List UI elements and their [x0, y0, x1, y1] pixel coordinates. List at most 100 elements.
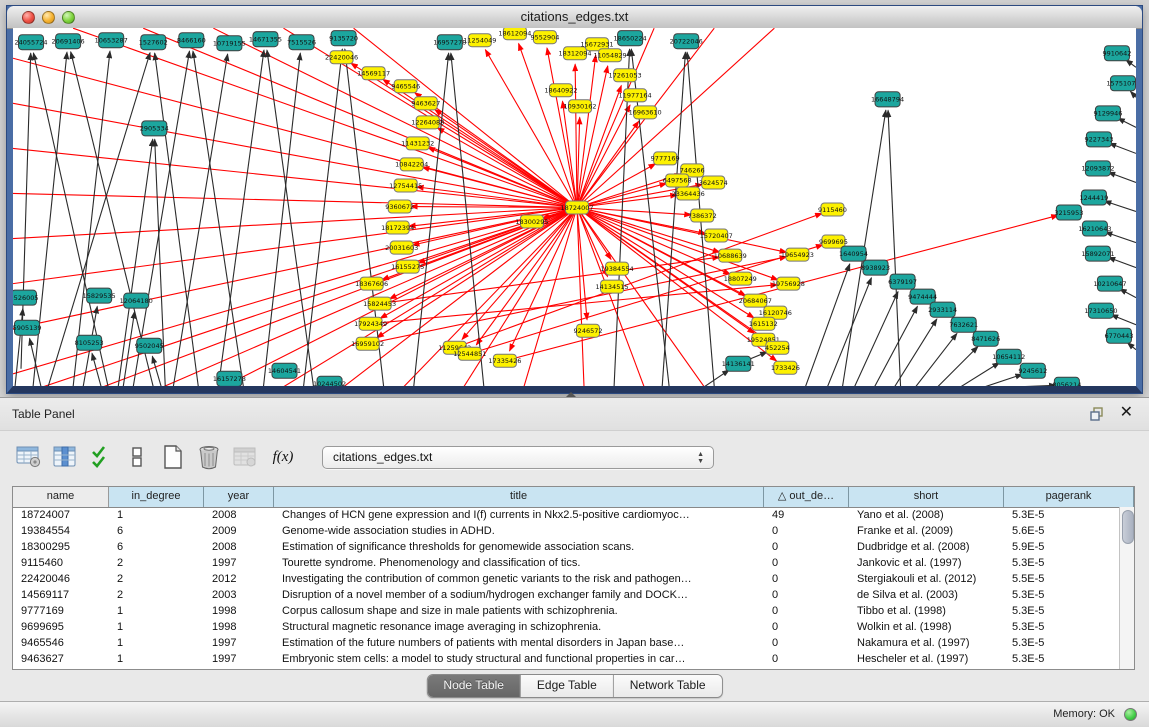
graph-edge[interactable] [152, 356, 161, 386]
graph-edge[interactable] [1104, 201, 1136, 212]
graph-edge[interactable] [1108, 172, 1136, 182]
table-cell[interactable]: 1 [109, 603, 204, 619]
create-column-button[interactable] [158, 442, 188, 472]
graph-edge[interactable] [854, 292, 898, 386]
graph-edge[interactable] [1130, 91, 1136, 97]
graph-edge[interactable] [354, 28, 577, 207]
graph-edge[interactable] [662, 52, 685, 386]
table-cell[interactable]: Estimation of the future numbers of pati… [274, 635, 764, 651]
delete-table-button-disabled[interactable] [230, 442, 260, 472]
vertical-scrollbar[interactable] [1119, 507, 1134, 669]
graph-edge[interactable] [218, 50, 264, 386]
function-builder-button[interactable]: f(x) [266, 442, 300, 472]
table-row[interactable]: 969969511998Structural magnetic resonanc… [13, 619, 1119, 635]
table-row[interactable]: 946554611997Estimation of the future num… [13, 635, 1119, 651]
column-header[interactable]: in_degree [109, 487, 204, 507]
table-cell[interactable]: 18724007 [13, 507, 109, 523]
graph-edge[interactable] [562, 101, 577, 207]
graph-edge[interactable] [985, 374, 1023, 386]
graph-edge[interactable] [1108, 257, 1136, 267]
graph-edge[interactable] [1127, 343, 1136, 350]
graph-edge[interactable] [1019, 385, 1056, 386]
graph-edge[interactable] [577, 208, 584, 387]
table-cell[interactable]: 2012 [204, 571, 274, 587]
table-cell[interactable]: de Silva et al. (2003) [849, 587, 1004, 603]
deselect-all-button[interactable] [122, 442, 152, 472]
table-cell[interactable]: Stergiakouli et al. (2012) [849, 571, 1004, 587]
table-cell[interactable]: 1998 [204, 619, 274, 635]
table-cell[interactable]: 22420046 [13, 571, 109, 587]
table-cell[interactable]: 5.3E-5 [1004, 587, 1119, 603]
table-cell[interactable]: Wolkin et al. (1998) [849, 619, 1004, 635]
table-cell[interactable]: 1998 [204, 603, 274, 619]
graph-edge[interactable] [1105, 232, 1136, 242]
table-cell[interactable]: Estimation of significance thresholds fo… [274, 539, 764, 555]
table-row[interactable]: 1938455462009Genome-wide association stu… [13, 523, 1119, 539]
table-cell[interactable]: Jankovic et al. (1997) [849, 555, 1004, 571]
table-cell[interactable]: Yano et al. (2008) [849, 507, 1004, 523]
graph-edge[interactable] [13, 193, 577, 207]
table-cell[interactable]: 2 [109, 571, 204, 587]
table-cell[interactable]: 2 [109, 555, 204, 571]
table-cell[interactable]: 0 [764, 651, 849, 667]
table-cell[interactable]: 5.3E-5 [1004, 619, 1119, 635]
graph-edge[interactable] [1109, 143, 1136, 153]
table-cell[interactable]: 5.3E-5 [1004, 507, 1119, 523]
graph-edge[interactable] [345, 49, 384, 386]
table-cell[interactable]: Investigating the contribution of common… [274, 571, 764, 587]
table-cell[interactable]: Franke et al. (2009) [849, 523, 1004, 539]
table-cell[interactable]: 18300295 [13, 539, 109, 555]
table-cell[interactable]: 0 [764, 555, 849, 571]
graph-edge[interactable] [123, 312, 134, 386]
graph-edge[interactable] [961, 363, 1000, 386]
table-cell[interactable]: 1997 [204, 555, 274, 571]
table-cell[interactable]: 14569117 [13, 587, 109, 603]
column-header[interactable]: △ out_de… [764, 487, 849, 507]
graph-edge[interactable] [263, 53, 300, 386]
table-cell[interactable]: 0 [764, 523, 849, 539]
table-cell[interactable]: Hescheler et al. (1997) [849, 651, 1004, 667]
table-cell[interactable]: 5.3E-5 [1004, 603, 1119, 619]
window-titlebar[interactable]: citations_edges.txt [7, 6, 1142, 29]
table-cell[interactable]: 19384554 [13, 523, 109, 539]
graph-edge[interactable] [1118, 118, 1136, 127]
float-panel-icon[interactable] [1089, 406, 1105, 422]
graph-edge[interactable] [547, 48, 577, 207]
graph-edge[interactable] [577, 208, 644, 387]
table-cell[interactable]: 9699695 [13, 619, 109, 635]
table-cell[interactable]: 6 [109, 539, 204, 555]
delete-rows-trash-button[interactable] [194, 442, 224, 472]
graph-edge[interactable] [827, 278, 871, 386]
column-header[interactable]: year [204, 487, 274, 507]
table-row[interactable]: 1456911722003Disruption of a novel membe… [13, 587, 1119, 603]
table-cell[interactable]: 1997 [204, 651, 274, 667]
table-cell[interactable]: Nakamura et al. (1997) [849, 635, 1004, 651]
table-cell[interactable]: 2008 [204, 507, 274, 523]
column-header[interactable]: short [849, 487, 1004, 507]
table-cell[interactable]: 9777169 [13, 603, 109, 619]
graph-edge[interactable] [895, 319, 937, 386]
column-header[interactable]: pagerank [1004, 487, 1134, 507]
tab-network-table[interactable]: Network Table [613, 675, 722, 697]
table-cell[interactable]: 5.5E-5 [1004, 571, 1119, 587]
table-cell[interactable]: 5.3E-5 [1004, 635, 1119, 651]
table-row[interactable]: 2242004622012Investigating the contribut… [13, 571, 1119, 587]
table-cell[interactable]: 6 [109, 523, 204, 539]
tab-node-table[interactable]: Node Table [427, 675, 520, 697]
close-panel-icon[interactable]: ✕ [1120, 403, 1133, 423]
column-header[interactable]: name [13, 487, 109, 507]
table-row[interactable]: 946362711997Embryonic stem cells: a mode… [13, 651, 1119, 667]
table-cell[interactable]: 5.9E-5 [1004, 539, 1119, 555]
table-cell[interactable]: 9463627 [13, 651, 109, 667]
table-cell[interactable]: Changes of HCN gene expression and I(f) … [274, 507, 764, 523]
select-all-button[interactable] [86, 442, 116, 472]
table-row[interactable]: 1872400712008Changes of HCN gene express… [13, 507, 1119, 523]
table-cell[interactable]: Tourette syndrome. Phenomenology and cla… [274, 555, 764, 571]
table-cell[interactable]: 2003 [204, 587, 274, 603]
show-columns-button[interactable] [50, 442, 80, 472]
table-row[interactable]: 911546021997Tourette syndrome. Phenomeno… [13, 555, 1119, 571]
column-header[interactable]: title [274, 487, 764, 507]
table-cell[interactable]: 9465546 [13, 635, 109, 651]
table-mode-button[interactable] [14, 442, 44, 472]
graph-edge[interactable] [422, 167, 577, 207]
